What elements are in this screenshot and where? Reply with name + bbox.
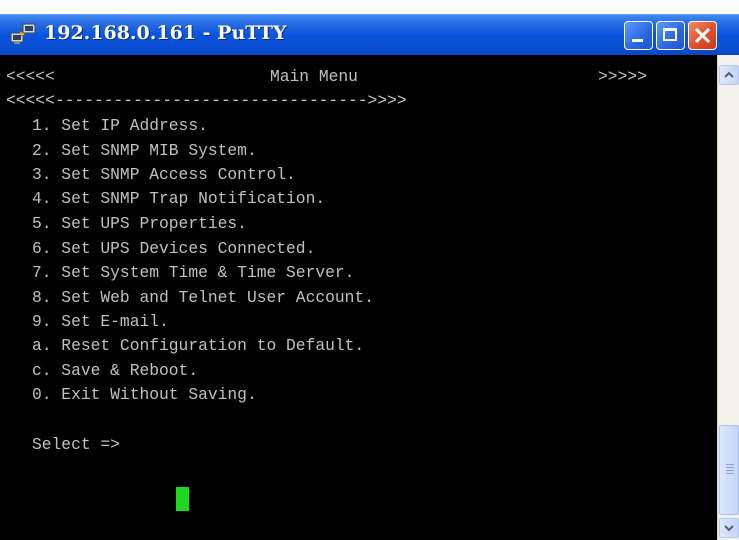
scroll-down-arrow-icon xyxy=(724,525,734,532)
menu-item: a. Reset Configuration to Default. xyxy=(32,336,365,355)
maximize-icon xyxy=(663,28,677,41)
putty-window: 192.168.0.161 - PuTTY <<<<< Main Menu >>… xyxy=(0,0,739,540)
scroll-down-button[interactable] xyxy=(719,518,739,538)
menu-item: 7. Set System Time & Time Server. xyxy=(32,263,355,282)
menu-header-left: <<<<< xyxy=(6,67,55,86)
menu-item: 8. Set Web and Telnet User Account. xyxy=(32,288,374,307)
minimize-icon xyxy=(632,39,643,42)
scroll-up-button[interactable] xyxy=(719,65,739,85)
menu-separator: <<<<<-------------------------------->>>… xyxy=(6,91,407,110)
terminal-area[interactable]: <<<<< Main Menu >>>>> <<<<<-------------… xyxy=(0,55,717,540)
title-bar[interactable]: 192.168.0.161 - PuTTY xyxy=(0,14,739,55)
thumb-grip-line xyxy=(726,464,734,465)
menu-item: 0. Exit Without Saving. xyxy=(32,385,257,404)
thumb-grip-line xyxy=(726,470,734,471)
vertical-scrollbar[interactable] xyxy=(717,55,739,540)
menu-item: 2. Set SNMP MIB System. xyxy=(32,141,257,160)
putty-network-icon[interactable] xyxy=(10,22,38,46)
scrollbar-thumb[interactable] xyxy=(719,425,739,515)
select-prompt: Select => xyxy=(32,435,120,454)
menu-header-right: >>>>> xyxy=(598,67,647,86)
thumb-grip-line xyxy=(726,473,734,474)
menu-header-title: Main Menu xyxy=(270,67,358,86)
maximize-button[interactable] xyxy=(656,21,685,50)
thumb-grip-line xyxy=(726,467,734,468)
menu-item: c. Save & Reboot. xyxy=(32,361,199,380)
menu-item: 4. Set SNMP Trap Notification. xyxy=(32,189,326,208)
menu-item: 9. Set E-mail. xyxy=(32,312,169,331)
menu-item: 1. Set IP Address. xyxy=(32,116,208,135)
menu-item: 5. Set UPS Properties. xyxy=(32,214,247,233)
menu-item: 6. Set UPS Devices Connected. xyxy=(32,239,316,258)
window-title: 192.168.0.161 - PuTTY xyxy=(44,22,287,44)
minimize-button[interactable] xyxy=(624,21,653,50)
scroll-up-arrow-icon xyxy=(724,71,734,78)
close-button[interactable] xyxy=(688,21,717,50)
menu-item: 3. Set SNMP Access Control. xyxy=(32,165,296,184)
desktop-strip xyxy=(0,0,739,14)
terminal-cursor xyxy=(176,487,189,511)
close-icon xyxy=(689,22,716,49)
